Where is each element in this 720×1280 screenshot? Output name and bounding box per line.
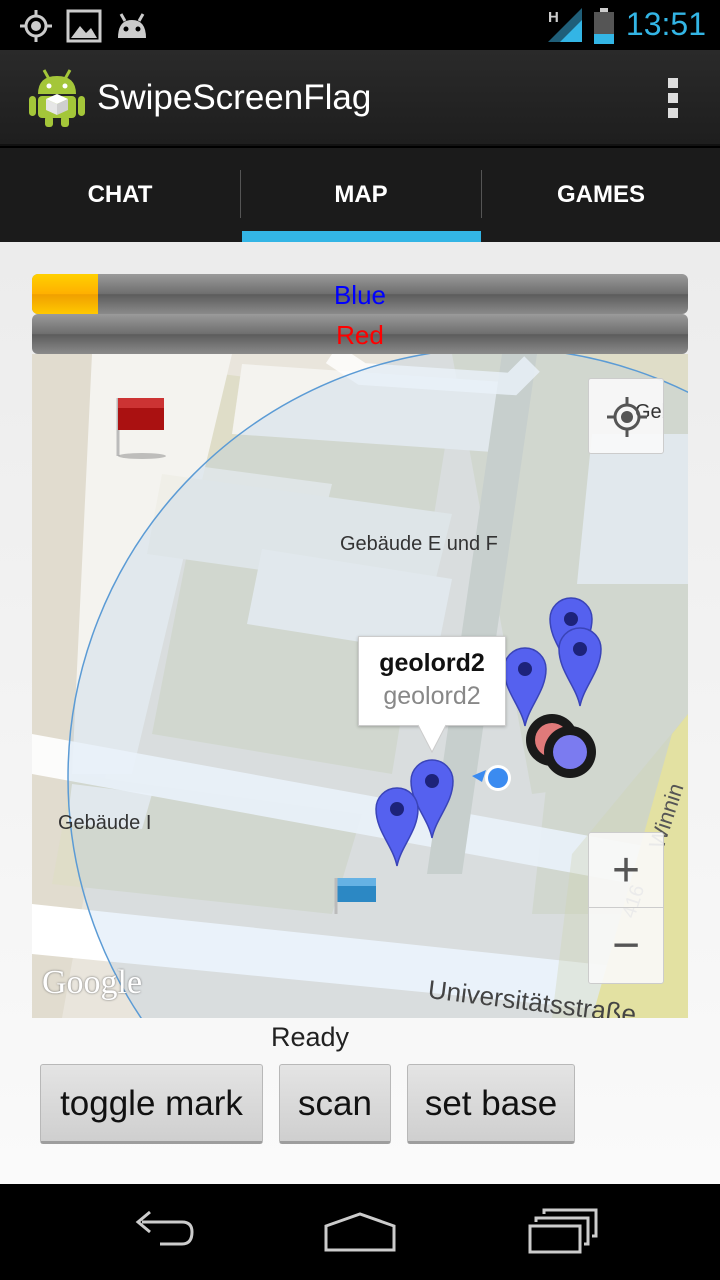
toggle-mark-button[interactable]: toggle mark: [40, 1064, 263, 1144]
red-flag-icon[interactable]: [114, 396, 170, 462]
battery-icon: [594, 8, 614, 44]
tab-games[interactable]: GAMES: [482, 148, 720, 242]
status-bar: H 13:51: [0, 0, 720, 50]
tab-bar: CHAT MAP GAMES: [0, 148, 720, 242]
android-icon: [118, 13, 146, 38]
tab-chat[interactable]: CHAT: [0, 148, 240, 242]
zoom-controls: + −: [588, 832, 664, 984]
info-window-title: geolord2: [379, 649, 485, 677]
blue-flag-icon[interactable]: [332, 876, 382, 916]
info-window-pointer: [418, 724, 446, 754]
gps-icon: [20, 10, 52, 42]
network-type: H: [548, 9, 559, 26]
red-team-progress-bar: Red: [32, 314, 688, 354]
google-logo: Google: [42, 964, 143, 1001]
red-team-label: Red: [336, 320, 384, 350]
navigation-bar: [0, 1184, 720, 1280]
back-icon[interactable]: [120, 1204, 200, 1260]
status-text: Ready: [270, 1022, 350, 1052]
tab-selected-indicator: [242, 231, 481, 242]
building-ef-label: Gebäude E und F: [340, 533, 498, 555]
app-title: SwipeScreenFlag: [97, 78, 372, 117]
my-location-dot: [472, 765, 511, 791]
marker-icon[interactable]: [374, 786, 420, 868]
zoom-in-button[interactable]: +: [589, 833, 663, 908]
home-icon[interactable]: [320, 1204, 400, 1260]
set-base-button[interactable]: set base: [407, 1064, 575, 1144]
marker-info-window[interactable]: geolord2 geolord2: [358, 636, 506, 726]
my-location-icon: [607, 397, 647, 437]
signal-icon: H: [548, 8, 582, 42]
map-view[interactable]: Gebäude E und F Gebäude I Universitätsst…: [32, 354, 688, 1018]
zoom-out-button[interactable]: −: [589, 908, 663, 983]
blue-team-progress-bar: Blue: [32, 274, 688, 314]
recent-apps-icon[interactable]: [522, 1204, 602, 1260]
picture-icon: [66, 9, 102, 43]
overflow-menu-icon[interactable]: [668, 78, 680, 118]
tab-map[interactable]: MAP: [241, 148, 481, 242]
scan-button[interactable]: scan: [279, 1064, 391, 1144]
building-i-label: Gebäude I: [58, 812, 152, 834]
info-window-subtitle: geolord2: [383, 682, 481, 710]
clock: 13:51: [625, 6, 706, 42]
blue-team-label: Blue: [333, 280, 387, 310]
marker-icon[interactable]: [557, 626, 603, 708]
android-app-icon[interactable]: [28, 66, 86, 128]
my-location-button[interactable]: Gebäude: [588, 378, 664, 454]
base-marker-icon[interactable]: [524, 712, 598, 782]
